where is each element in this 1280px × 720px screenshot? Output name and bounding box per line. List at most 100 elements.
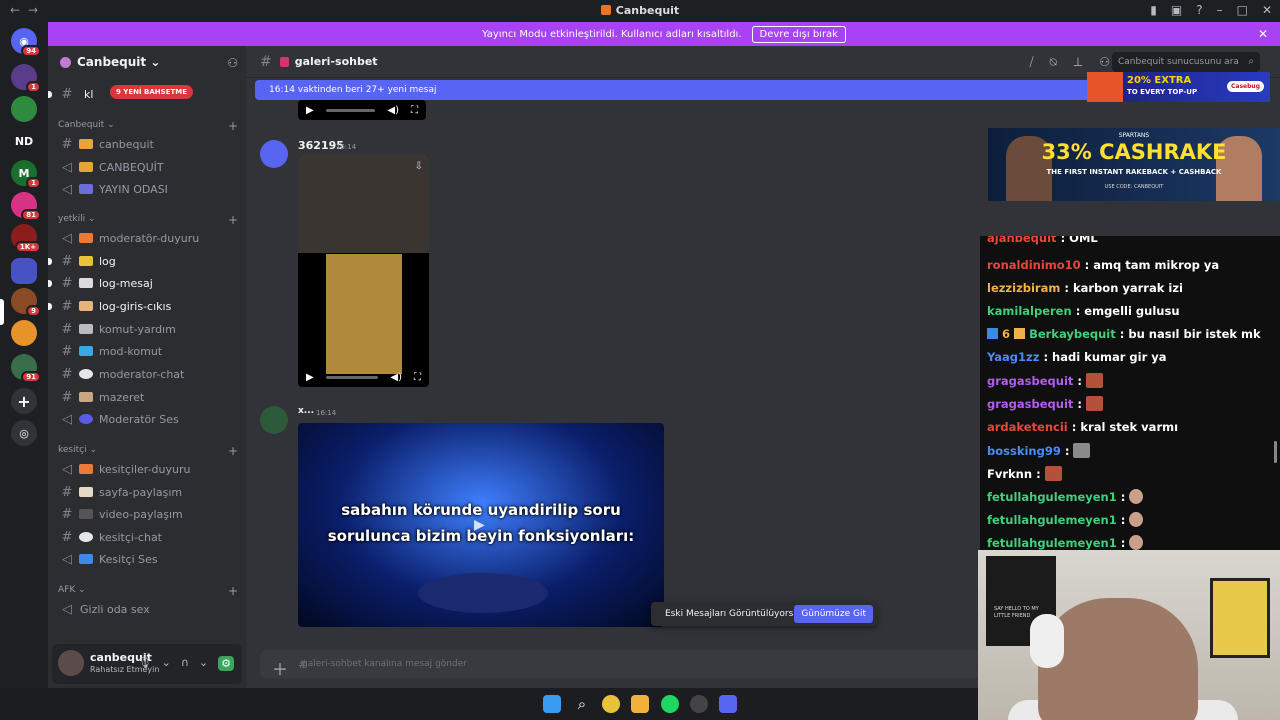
voice-channel-item[interactable]: ◁ YAYIN ODASI <box>58 179 242 199</box>
add-member-icon[interactable]: ⚇ <box>227 56 238 70</box>
voice-channel-item[interactable]: ◁ Moderatör Ses <box>58 409 242 429</box>
play-icon[interactable]: ▶ <box>306 372 314 383</box>
server-icon[interactable]: 91 <box>11 354 41 383</box>
pin-icon[interactable]: ⊥ <box>1073 55 1083 70</box>
close-window-button[interactable]: ✕ <box>1262 3 1272 17</box>
message-author[interactable]: x... <box>298 406 314 416</box>
video-progress[interactable] <box>325 108 376 112</box>
volume-icon[interactable]: ◀) <box>390 372 402 383</box>
direct-messages-button[interactable]: ◉ 94 <box>11 28 41 57</box>
close-banner-icon[interactable]: ✕ <box>1258 27 1268 41</box>
play-icon[interactable]: ▶ <box>306 105 314 116</box>
voice-channel-item[interactable]: ◁ kesitçiler-duyuru <box>58 459 242 479</box>
chevron-down-icon[interactable]: ⌄ <box>199 656 208 671</box>
inbox-icon[interactable]: ▮ <box>1150 3 1157 17</box>
chevron-down-icon[interactable]: ⌄ <box>162 656 171 671</box>
play-icon[interactable]: ▶ <box>474 517 485 533</box>
video-frame-top <box>298 155 429 253</box>
tiktok-video[interactable]: ⇩ ▶ ◀) ⛶ <box>298 155 429 387</box>
new-mentions-badge[interactable]: 9 YENİ BAHSETME <box>110 85 194 99</box>
discord-taskbar-icon[interactable] <box>719 695 737 713</box>
voice-channel-item[interactable]: ◁ CANBEQUİT <box>58 157 242 177</box>
chrome-icon[interactable] <box>602 695 620 713</box>
server-icon[interactable]: 81 <box>11 192 41 221</box>
volume-icon[interactable]: ◀) <box>387 105 399 116</box>
avatar[interactable] <box>260 406 288 434</box>
category-yetkili[interactable]: yetkili ⌄ + <box>58 213 238 227</box>
channel-item[interactable]: # log-giris-cıkıs <box>48 296 242 316</box>
jump-to-present-button[interactable]: Günümüze Git <box>794 605 873 623</box>
threads-icon[interactable]: ⧸ <box>1029 55 1033 70</box>
video-player[interactable]: ▶ ◀) ⛶ <box>298 100 426 120</box>
create-channel-icon[interactable]: + <box>228 444 238 458</box>
channel-item[interactable]: # moderator-chat <box>58 364 242 384</box>
channel-item[interactable]: # komut-yardım <box>58 319 242 339</box>
avatar[interactable] <box>58 650 84 676</box>
channel-item[interactable]: ◁ moderatör-duyuru <box>58 228 242 248</box>
add-attachment-icon[interactable]: ＋ <box>272 656 288 680</box>
voice-channel-item[interactable]: ◁ Gizli oda sex <box>58 599 242 619</box>
help-icon[interactable]: ? <box>1196 3 1202 17</box>
chat-badge-icon <box>987 328 998 339</box>
server-icon-canbequit[interactable]: 9 <box>11 288 41 317</box>
maximize-button[interactable]: □ <box>1237 3 1248 17</box>
category-canbequit[interactable]: Canbequit ⌄ + <box>58 119 238 133</box>
speaker-icon: ◁ <box>62 159 72 175</box>
channel-emoji <box>79 324 93 334</box>
notifications-icon[interactable]: ⍉ <box>1050 55 1057 70</box>
video-progress[interactable] <box>325 375 379 379</box>
minimize-button[interactable]: – <box>1217 3 1223 17</box>
server-icon-nd[interactable]: ND <box>11 128 37 154</box>
channel-item[interactable]: # log-mesaj <box>48 273 242 293</box>
server-folder-icon[interactable] <box>11 258 37 284</box>
explore-servers-icon[interactable]: ◎ <box>11 420 37 446</box>
channel-item[interactable]: # canbequit <box>58 134 242 154</box>
chat-scrollbar[interactable] <box>1274 441 1277 463</box>
file-explorer-icon[interactable] <box>631 695 649 713</box>
search-icon[interactable]: ⌕ <box>573 695 591 713</box>
disable-streamer-mode-button[interactable]: Devre dışı bırak <box>751 25 846 43</box>
spotify-icon[interactable] <box>661 695 679 713</box>
server-icon[interactable] <box>11 96 37 122</box>
category-afk[interactable]: AFK ⌄ + <box>58 584 238 598</box>
channel-item[interactable]: # log <box>48 251 242 271</box>
search-input[interactable]: Canbequit sunucusunu ara ⌕ <box>1112 52 1260 72</box>
server-icon[interactable] <box>11 320 37 346</box>
voice-channel-item[interactable]: ◁ Kesitçi Ses <box>58 549 242 569</box>
server-icon[interactable]: 1 <box>11 64 41 93</box>
channel-item[interactable]: # mod-komut <box>58 341 242 361</box>
chat-line: bossking99 : <box>987 443 1091 458</box>
server-header[interactable]: Canbequit ⌄ ⚇ <box>48 46 246 78</box>
video-player[interactable]: sabahın körunde uyandirilip soru sorulun… <box>298 423 664 627</box>
members-icon[interactable]: ⚇ <box>1099 55 1110 70</box>
download-icon[interactable]: ⇩ <box>415 161 423 172</box>
channel-item[interactable]: # sayfa-paylaşım <box>58 482 242 502</box>
create-channel-icon[interactable]: + <box>228 119 238 133</box>
channel-item[interactable]: # mazeret <box>58 387 242 407</box>
headphones-icon[interactable]: ∩ <box>181 656 189 671</box>
microphone-icon[interactable]: 🎙︎ <box>138 656 152 671</box>
app-icon[interactable] <box>690 695 708 713</box>
chat-line: Yaag1zz : hadi kumar gir ya <box>987 350 1167 364</box>
screen-icon[interactable]: ▣ <box>1171 3 1182 17</box>
poster-right <box>1210 578 1270 658</box>
fullscreen-icon[interactable]: ⛶ <box>411 105 418 116</box>
server-icon[interactable]: M1 <box>11 160 41 189</box>
category-kesitci[interactable]: kesitçi ⌄ + <box>58 444 238 458</box>
server-badge: 9 <box>26 305 41 317</box>
speaker-icon: ◁ <box>62 181 72 197</box>
add-server-icon[interactable]: + <box>11 388 37 414</box>
server-badge: 1 <box>26 81 41 93</box>
fullscreen-icon[interactable]: ⛶ <box>414 372 421 383</box>
avatar[interactable] <box>260 140 288 168</box>
text-channel-icon: # <box>61 366 73 382</box>
text-channel-icon: # <box>260 53 272 70</box>
create-channel-icon[interactable]: + <box>228 584 238 598</box>
channel-item[interactable]: # video-paylaşım <box>58 504 242 524</box>
channel-item[interactable]: # kesitçi-chat <box>58 527 242 547</box>
server-icon[interactable]: 1K+ <box>11 224 41 253</box>
windows-start-icon[interactable] <box>543 695 561 713</box>
selected-server-pill <box>0 299 4 325</box>
create-channel-icon[interactable]: + <box>228 213 238 227</box>
gear-icon[interactable]: ⚙ <box>218 656 234 671</box>
